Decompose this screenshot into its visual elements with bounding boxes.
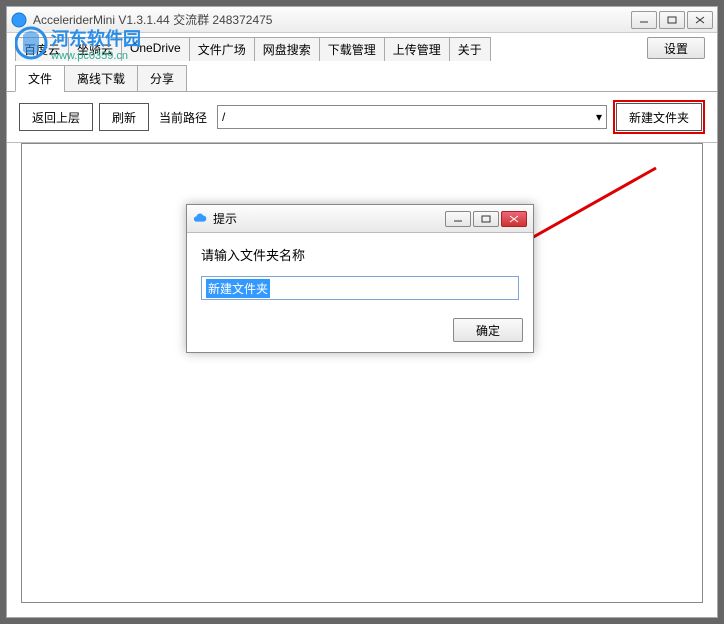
- dialog-title: 提示: [213, 210, 443, 227]
- back-button[interactable]: 返回上层: [19, 103, 93, 131]
- folder-name-value: 新建文件夹: [206, 279, 270, 298]
- dialog-maximize-button[interactable]: [473, 211, 499, 227]
- tab-search[interactable]: 网盘搜索: [254, 37, 320, 61]
- tab-offline[interactable]: 离线下载: [64, 65, 138, 92]
- tab-download[interactable]: 下载管理: [319, 37, 385, 61]
- app-icon: [11, 12, 27, 28]
- file-area: 提示 请输入文件夹名称 新建文件夹 确定: [21, 143, 703, 603]
- dialog-titlebar: 提示: [187, 205, 533, 233]
- tab-onedrive[interactable]: OneDrive: [121, 37, 190, 61]
- tabs-secondary: 文件 离线下载 分享: [7, 64, 717, 92]
- folder-name-input[interactable]: 新建文件夹: [201, 276, 519, 300]
- dialog-body: 请输入文件夹名称 新建文件夹: [187, 233, 533, 312]
- tabs-primary: 百度云 坐骑云 OneDrive 文件广场 网盘搜索 下载管理 上传管理 关于: [7, 37, 717, 61]
- new-folder-highlight: 新建文件夹: [613, 100, 705, 134]
- tab-share[interactable]: 分享: [137, 65, 187, 92]
- tab-zuoqi[interactable]: 坐骑云: [68, 37, 122, 61]
- ok-button[interactable]: 确定: [453, 318, 523, 342]
- path-label: 当前路径: [159, 109, 207, 126]
- dialog-window-controls: [443, 211, 527, 227]
- dialog-prompt: 请输入文件夹名称: [201, 245, 519, 264]
- main-window: AcceleriderMini V1.3.1.44 交流群 248372475 …: [6, 6, 718, 618]
- maximize-button[interactable]: [659, 11, 685, 29]
- tab-files[interactable]: 文件: [15, 65, 65, 92]
- dialog-minimize-button[interactable]: [445, 211, 471, 227]
- dialog-close-button[interactable]: [501, 211, 527, 227]
- chevron-down-icon: ▾: [596, 110, 602, 124]
- close-button[interactable]: [687, 11, 713, 29]
- dialog-footer: 确定: [187, 312, 533, 352]
- tab-about[interactable]: 关于: [449, 37, 491, 61]
- path-value: /: [222, 110, 225, 124]
- new-folder-button[interactable]: 新建文件夹: [616, 103, 702, 131]
- toolbar: 返回上层 刷新 当前路径 / ▾ 新建文件夹: [7, 92, 717, 143]
- tab-upload[interactable]: 上传管理: [384, 37, 450, 61]
- window-controls: [629, 11, 713, 29]
- minimize-button[interactable]: [631, 11, 657, 29]
- path-dropdown[interactable]: / ▾: [217, 105, 607, 129]
- tab-plaza[interactable]: 文件广场: [189, 37, 255, 61]
- prompt-dialog: 提示 请输入文件夹名称 新建文件夹 确定: [186, 204, 534, 353]
- refresh-button[interactable]: 刷新: [99, 103, 149, 131]
- titlebar: AcceleriderMini V1.3.1.44 交流群 248372475: [7, 7, 717, 33]
- window-title: AcceleriderMini V1.3.1.44 交流群 248372475: [33, 11, 629, 28]
- cloud-icon: [193, 212, 207, 226]
- tab-baidu[interactable]: 百度云: [15, 37, 69, 61]
